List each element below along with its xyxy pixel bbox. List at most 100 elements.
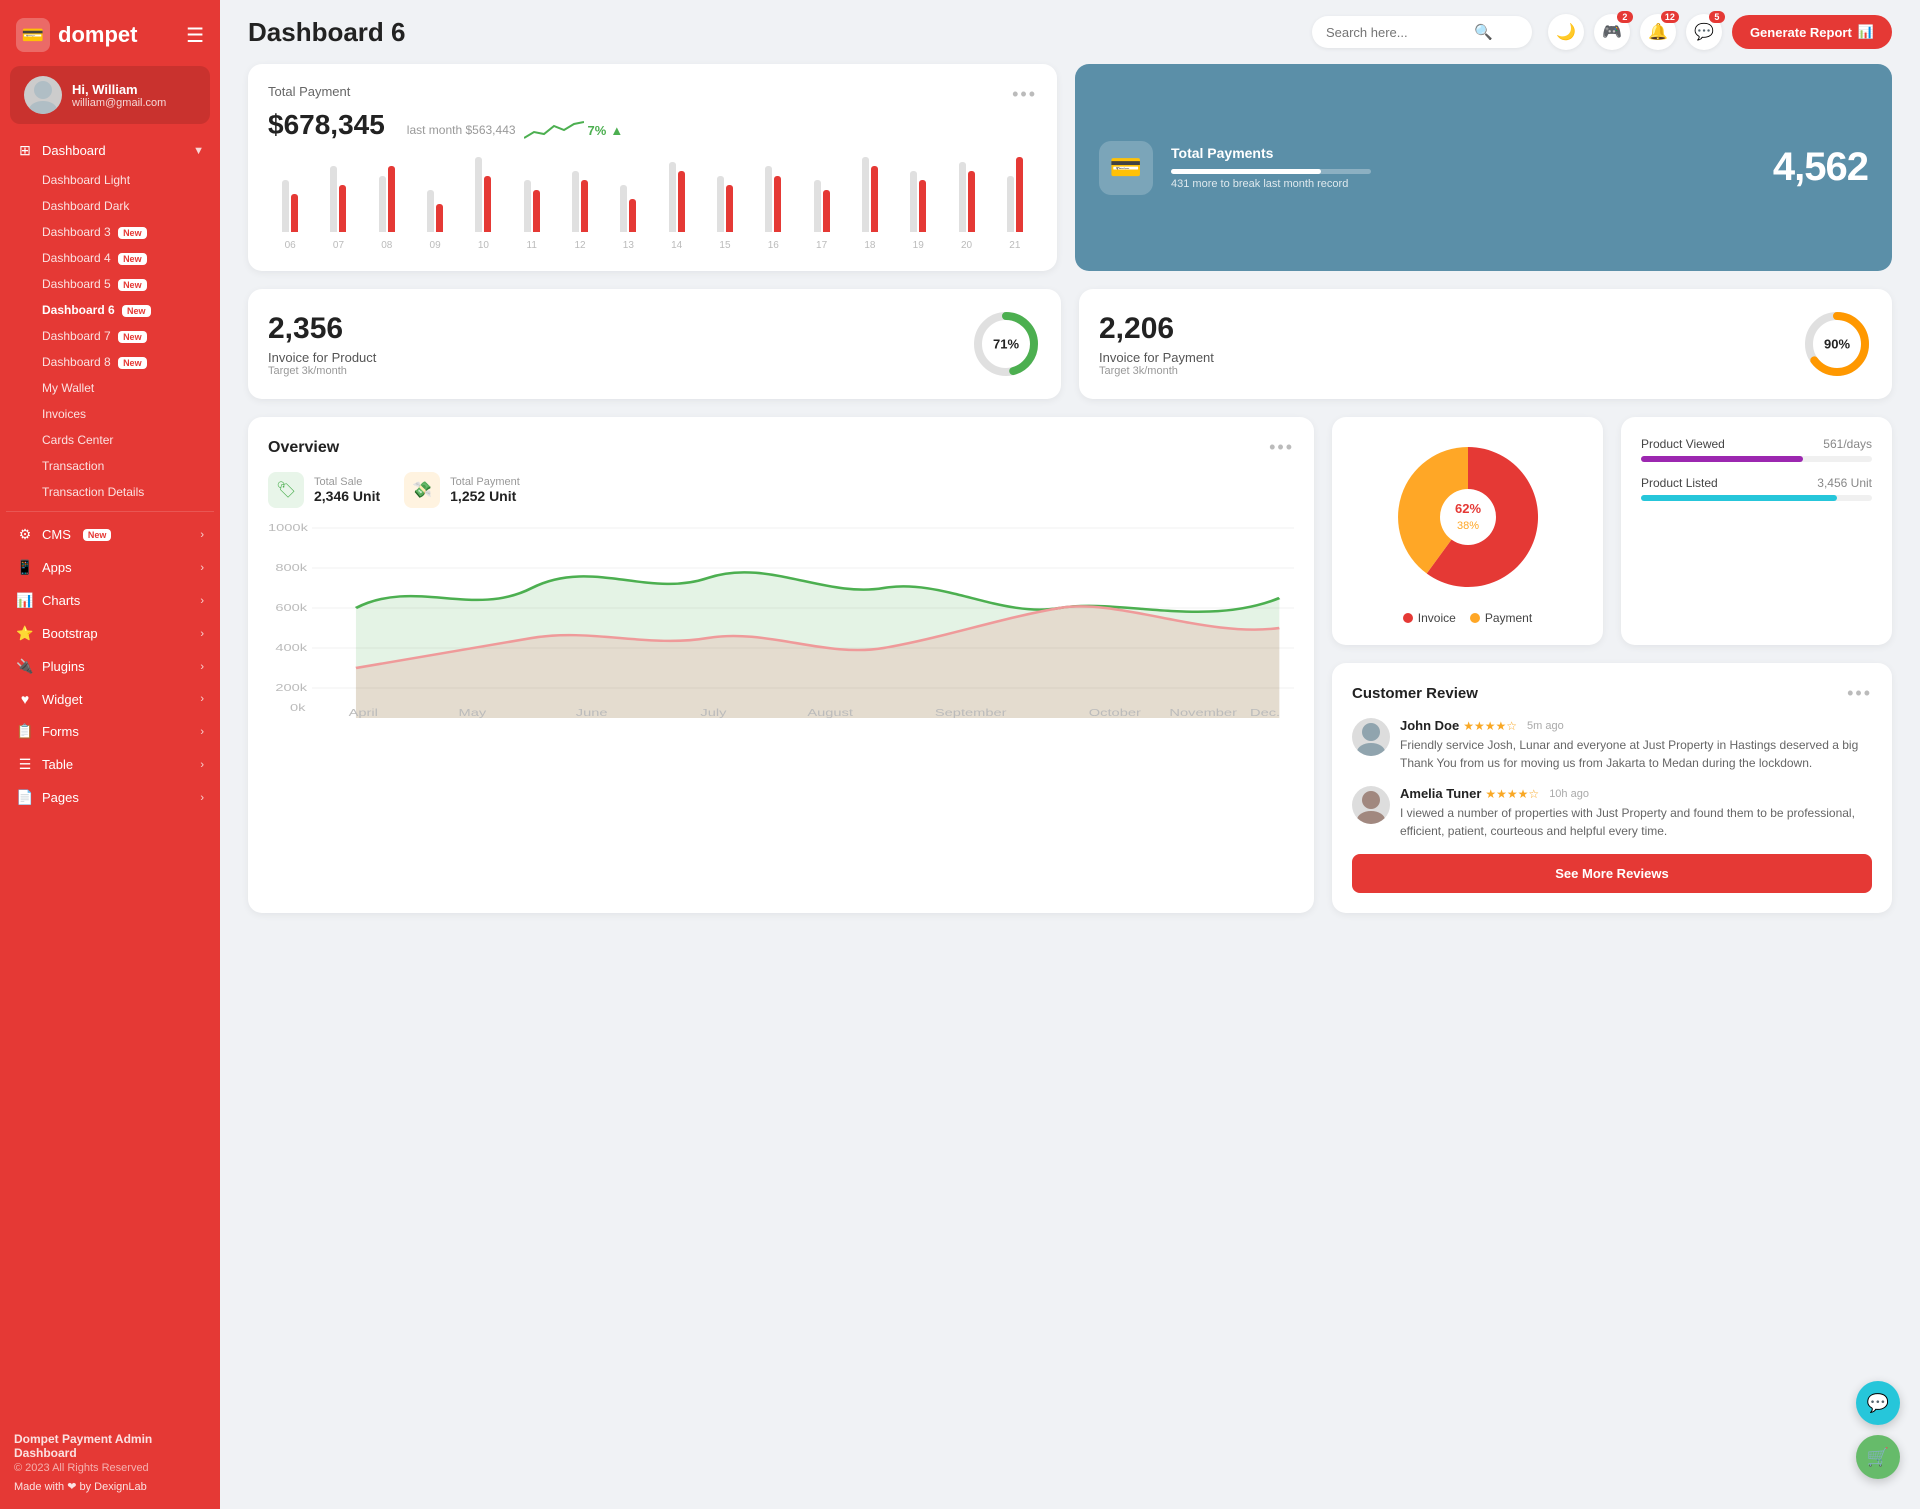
- footer-copyright: © 2023 All Rights Reserved: [14, 1462, 206, 1474]
- bar-gray: [330, 166, 337, 232]
- bar-label: 06: [268, 240, 312, 251]
- right-column: 62% 38% Invoice Payment: [1332, 417, 1892, 913]
- card-options-button[interactable]: •••: [1012, 84, 1037, 105]
- svg-text:October: October: [1089, 707, 1141, 718]
- chevron-right-icon: ›: [200, 759, 204, 771]
- pages-label: Pages: [42, 790, 79, 805]
- chevron-right-icon: ›: [200, 529, 204, 541]
- games-button[interactable]: 🎮 2: [1594, 14, 1630, 50]
- sidebar-sub-dashboard-5[interactable]: Dashboard 5 New: [6, 271, 214, 297]
- badge-new: New: [118, 253, 147, 265]
- bar-gray: [910, 171, 917, 232]
- product-viewed-value: 561/days: [1823, 437, 1872, 451]
- bar-red: [484, 176, 491, 232]
- bar-gray: [620, 185, 627, 232]
- sidebar-sub-invoices[interactable]: Invoices: [6, 401, 214, 427]
- product-viewed-fill: [1641, 456, 1803, 462]
- forms-icon: 📋: [16, 723, 34, 740]
- payments-progress-fill: [1171, 169, 1321, 174]
- sidebar-item-apps[interactable]: 📱 Apps ›: [6, 551, 214, 584]
- sidebar-item-cms[interactable]: ⚙ CMS New ›: [6, 518, 214, 551]
- bar-group: [510, 180, 554, 232]
- chart-bar-icon: 📊: [1858, 24, 1874, 40]
- sidebar-item-widget[interactable]: ♥ Widget ›: [6, 683, 214, 715]
- sidebar-sub-dashboard-3[interactable]: Dashboard 3 New: [6, 219, 214, 245]
- sidebar-item-plugins[interactable]: 🔌 Plugins ›: [6, 650, 214, 683]
- sidebar-item-table[interactable]: ☰ Table ›: [6, 748, 214, 781]
- sidebar-item-bootstrap[interactable]: ⭐ Bootstrap ›: [6, 617, 214, 650]
- bar-pair: [475, 157, 491, 232]
- sidebar-sub-transaction[interactable]: Transaction: [6, 453, 214, 479]
- sidebar-sub-dashboard-4[interactable]: Dashboard 4 New: [6, 245, 214, 271]
- svg-text:600k: 600k: [275, 602, 308, 613]
- svg-text:800k: 800k: [275, 562, 308, 573]
- bar-label: 12: [558, 240, 602, 251]
- sidebar-sub-dashboard-6[interactable]: Dashboard 6 New: [6, 297, 214, 323]
- sidebar-sub-dashboard-7[interactable]: Dashboard 7 New: [6, 323, 214, 349]
- chat-icon: 💬: [1867, 1393, 1889, 1414]
- product-listed-fill: [1641, 495, 1837, 501]
- reviewer-avatar-2: [1352, 786, 1390, 824]
- messages-button[interactable]: 💬 5: [1686, 14, 1722, 50]
- theme-toggle-button[interactable]: 🌙: [1548, 14, 1584, 50]
- bar-red: [823, 190, 830, 232]
- svg-text:Dec.: Dec.: [1250, 707, 1280, 718]
- chat-fab-button[interactable]: 💬: [1856, 1381, 1900, 1425]
- hamburger-icon[interactable]: ☰: [186, 23, 204, 48]
- overview-options-button[interactable]: •••: [1269, 437, 1294, 458]
- bar-pair: [427, 190, 443, 232]
- table-icon: ☰: [16, 756, 34, 773]
- chevron-right-icon: ›: [200, 628, 204, 640]
- pie-product-row: 62% 38% Invoice Payment: [1332, 417, 1892, 645]
- sidebar-item-forms[interactable]: 📋 Forms ›: [6, 715, 214, 748]
- product-listed-label: Product Listed: [1641, 476, 1718, 490]
- invoice-legend: Invoice: [1403, 611, 1456, 625]
- see-more-reviews-button[interactable]: See More Reviews: [1352, 854, 1872, 893]
- cart-fab-button[interactable]: 🛒: [1856, 1435, 1900, 1479]
- bar-red: [1016, 157, 1023, 232]
- bar-red: [726, 185, 733, 232]
- product-viewed-bar: [1641, 456, 1872, 462]
- sidebar-sub-dashboard-8[interactable]: Dashboard 8 New: [6, 349, 214, 375]
- generate-report-button[interactable]: Generate Report 📊: [1732, 15, 1892, 49]
- sidebar-sub-dashboard-light[interactable]: Dashboard Light: [6, 167, 214, 193]
- invoice-product-donut: 71%: [971, 309, 1041, 379]
- payments-progress-bar: [1171, 169, 1371, 174]
- sidebar-sub-my-wallet[interactable]: My Wallet: [6, 375, 214, 401]
- invoice-product-percent: 71%: [993, 337, 1019, 352]
- avatar: [24, 76, 62, 114]
- sidebar-logo-text: dompet: [58, 22, 137, 48]
- bar-gray: [717, 176, 724, 232]
- payment-dot: [1470, 613, 1480, 623]
- bootstrap-icon: ⭐: [16, 625, 34, 642]
- total-sale-label: Total Sale: [314, 476, 380, 488]
- bar-group: [896, 171, 940, 232]
- product-viewed-stat: Product Viewed 561/days: [1641, 437, 1872, 462]
- bar-label: 18: [848, 240, 892, 251]
- bar-red: [774, 176, 781, 232]
- sidebar-item-dashboard[interactable]: ⊞ Dashboard ▼: [6, 134, 214, 167]
- bar-chart: 06070809101112131415161718192021: [268, 154, 1037, 251]
- sidebar-sub-transaction-details[interactable]: Transaction Details: [6, 479, 214, 505]
- badge-new: New: [118, 227, 147, 239]
- sidebar-sub-dashboard-dark[interactable]: Dashboard Dark: [6, 193, 214, 219]
- bar-group: [655, 162, 699, 232]
- sidebar-item-charts[interactable]: 📊 Charts ›: [6, 584, 214, 617]
- generate-report-label: Generate Report: [1750, 25, 1852, 40]
- bar-group: [413, 190, 457, 232]
- bar-label: 15: [703, 240, 747, 251]
- total-payments-blue-card: 💳 Total Payments 431 more to break last …: [1075, 64, 1892, 271]
- bar-red: [388, 166, 395, 232]
- badge-new: New: [118, 279, 147, 291]
- plugins-icon: 🔌: [16, 658, 34, 675]
- payments-blue-value: 4,562: [1773, 145, 1868, 190]
- badge-new: New: [118, 331, 147, 343]
- sidebar-item-pages[interactable]: 📄 Pages ›: [6, 781, 214, 814]
- notifications-button[interactable]: 🔔 12: [1640, 14, 1676, 50]
- sidebar-logo[interactable]: 💳 dompet: [16, 18, 137, 52]
- search-input[interactable]: [1326, 25, 1466, 40]
- sidebar-sub-cards-center[interactable]: Cards Center: [6, 427, 214, 453]
- review-options-button[interactable]: •••: [1847, 683, 1872, 704]
- sidebar-nav: ⊞ Dashboard ▼ Dashboard Light Dashboard …: [0, 134, 220, 1422]
- bar-label: 14: [655, 240, 699, 251]
